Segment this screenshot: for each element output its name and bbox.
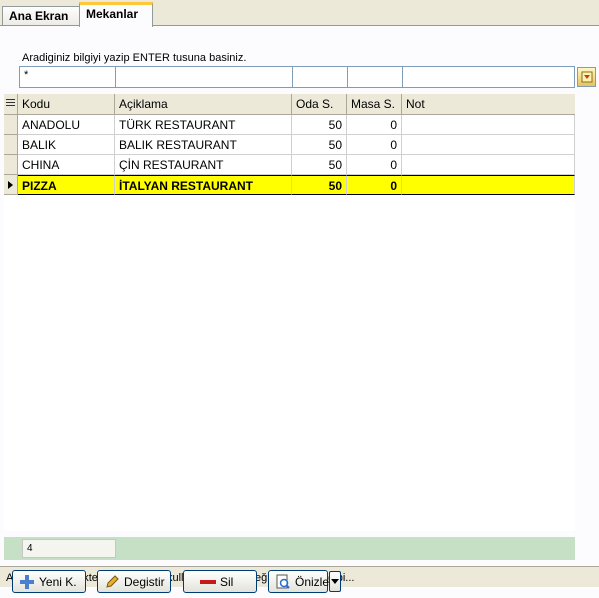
delete-label: Sil [220,574,234,589]
table-row-selected[interactable]: PIZZA İTALYAN RESTAURANT 50 0 [4,175,575,195]
current-row-arrow-icon [8,181,13,189]
filter-aciklama-input[interactable] [115,66,293,88]
cell-oda[interactable]: 50 [292,115,347,135]
cell-masa[interactable]: 0 [347,135,402,155]
grid-footer: 4 [4,537,575,560]
new-record-label: Yeni K. [39,574,77,589]
grid-header: Kodu Açiklama Oda S. Masa S. Not [4,94,575,115]
column-header-not[interactable]: Not [402,94,575,115]
magnifier-icon [275,574,291,590]
table-row[interactable]: CHINA ÇİN RESTAURANT 50 0 [4,155,575,175]
cell-aciklama[interactable]: İTALYAN RESTAURANT [115,175,292,195]
cell-masa[interactable]: 0 [347,155,402,175]
cell-not[interactable] [402,135,575,155]
row-indicator [4,175,18,195]
pencil-icon [104,574,120,590]
minus-icon [200,574,216,590]
chevron-down-icon [331,578,339,584]
cell-kodu[interactable]: ANADOLU [18,115,115,135]
cell-oda[interactable]: 50 [292,155,347,175]
grid-menu-icon[interactable] [4,94,18,115]
cell-aciklama[interactable]: BALIK RESTAURANT [115,135,292,155]
cell-not[interactable] [402,155,575,175]
edit-button[interactable]: Degistir [97,570,171,593]
cell-kodu[interactable]: CHINA [18,155,115,175]
cell-masa[interactable]: 0 [347,175,402,195]
delete-button[interactable]: Sil [183,570,257,593]
main-panel: Aradiginiz bilgiyi yazip ENTER tusuna ba… [0,25,599,598]
filter-icon [581,71,592,83]
column-header-masa[interactable]: Masa S. [347,94,402,115]
row-indicator [4,115,18,135]
filter-not-input[interactable] [402,66,575,88]
filter-kodu-input[interactable]: * [19,66,116,88]
edit-label: Degistir [124,574,165,589]
cell-not[interactable] [402,175,575,195]
plus-icon [19,574,35,590]
cell-aciklama[interactable]: TÜRK RESTAURANT [115,115,292,135]
row-indicator [4,135,18,155]
cell-kodu[interactable]: BALIK [18,135,115,155]
cell-kodu[interactable]: PIZZA [18,175,115,195]
column-header-aciklama[interactable]: Açiklama [115,94,292,115]
tab-ana-ekran[interactable]: Ana Ekran [2,6,80,26]
row-indicator [4,155,18,175]
preview-button[interactable]: Önizle [268,570,330,593]
tab-bar: Ana Ekran Mekanlar [0,0,599,27]
column-header-kodu[interactable]: Kodu [18,94,115,115]
cell-oda[interactable]: 50 [292,135,347,155]
cell-aciklama[interactable]: ÇİN RESTAURANT [115,155,292,175]
tab-mekanlar[interactable]: Mekanlar [79,2,153,27]
record-count: 4 [22,539,116,558]
cell-masa[interactable]: 0 [347,115,402,135]
preview-label: Önizle [295,574,330,589]
records-grid[interactable]: Kodu Açiklama Oda S. Masa S. Not ANADOLU… [4,94,575,531]
cell-not[interactable] [402,115,575,135]
table-row[interactable]: ANADOLU TÜRK RESTAURANT 50 0 [4,115,575,135]
filter-oda-input[interactable] [292,66,348,88]
filter-masa-input[interactable] [347,66,403,88]
new-record-button[interactable]: Yeni K. [12,570,86,593]
search-hint: Aradiginiz bilgiyi yazip ENTER tusuna ba… [22,52,247,64]
filter-clear-button[interactable] [577,67,596,87]
preview-dropdown-button[interactable] [329,571,341,592]
table-row[interactable]: BALIK BALIK RESTAURANT 50 0 [4,135,575,155]
column-header-oda[interactable]: Oda S. [292,94,347,115]
cell-oda[interactable]: 50 [292,175,347,195]
